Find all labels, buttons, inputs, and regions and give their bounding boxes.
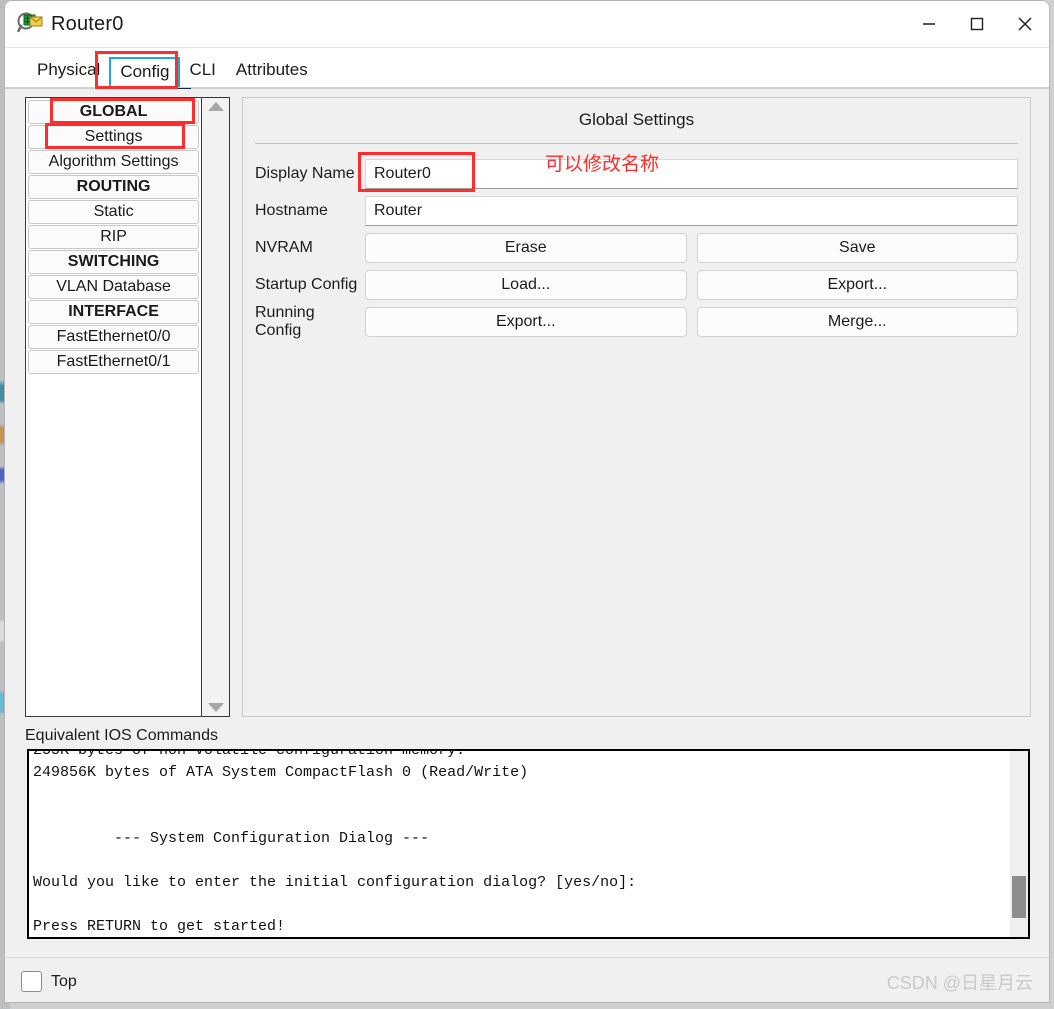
nvram-save-button[interactable]: Save — [696, 233, 1018, 263]
top-checkbox[interactable] — [21, 971, 42, 992]
panel-divider — [255, 143, 1018, 144]
top-checkbox-label: Top — [51, 972, 77, 990]
arrow-down-icon[interactable] — [207, 703, 224, 712]
tab-attributes[interactable]: Attributes — [226, 56, 318, 88]
window-controls — [905, 1, 1049, 47]
row-running-config: Running Config Export... Merge... — [255, 304, 1018, 339]
sidebar-item-settings[interactable]: Settings — [28, 125, 200, 149]
nvram-buttons: Erase Save — [365, 233, 1018, 263]
hostname-label: Hostname — [255, 202, 328, 219]
row-nvram: NVRAM Erase Save — [255, 232, 1018, 264]
hostname-input[interactable]: Router — [365, 196, 1018, 226]
tab-strip: Physical Config CLI Attributes — [5, 48, 1049, 92]
global-settings-panel: Global Settings Display Name Router0 Hos… — [242, 97, 1031, 717]
nvram-erase-button[interactable]: Erase — [365, 233, 687, 263]
row-startup-config: Startup Config Load... Export... — [255, 269, 1018, 301]
sidebar-item-algorithm-settings[interactable]: Algorithm Settings — [28, 150, 200, 174]
running-config-merge-button[interactable]: Merge... — [696, 307, 1018, 337]
sidebar-item-fastethernet-0-0[interactable]: FastEthernet0/0 — [28, 325, 200, 349]
tab-config[interactable]: Config — [106, 57, 192, 92]
sidebar-item-switching[interactable]: SWITCHING — [28, 250, 200, 274]
running-config-label: Running Config — [255, 304, 315, 339]
sidebar-item-interface[interactable]: INTERFACE — [28, 300, 200, 324]
startup-config-label: Startup Config — [255, 276, 358, 293]
sidebar-item-global[interactable]: GLOBAL — [28, 100, 200, 124]
title-bar: Router0 — [5, 1, 1049, 48]
row-display-name: Display Name Router0 — [255, 158, 1018, 190]
watermark: CSDN @日星月云 — [886, 972, 1033, 993]
terminal-scrollbar-thumb[interactable] — [1012, 876, 1026, 918]
tab-cli[interactable]: CLI — [179, 56, 225, 88]
equivalent-ios-commands-label: Equivalent IOS Commands — [25, 727, 218, 744]
terminal-scrollbar[interactable] — [1010, 751, 1028, 937]
config-sidebar-list: GLOBAL Settings Algorithm Settings ROUTI… — [26, 98, 201, 716]
minimize-button[interactable] — [905, 1, 953, 47]
startup-config-export-button[interactable]: Export... — [696, 270, 1018, 300]
row-hostname: Hostname Router — [255, 195, 1018, 227]
close-button[interactable] — [1001, 1, 1049, 47]
maximize-button[interactable] — [953, 1, 1001, 47]
startup-config-buttons: Load... Export... — [365, 270, 1018, 300]
tab-strip-baseline — [5, 87, 1049, 88]
running-config-buttons: Export... Merge... — [365, 307, 1018, 337]
packet-tracer-inspect-icon — [17, 11, 43, 37]
startup-config-load-button[interactable]: Load... — [365, 270, 687, 300]
sidebar-item-fastethernet-0-1[interactable]: FastEthernet0/1 — [28, 350, 200, 374]
arrow-up-icon[interactable] — [207, 102, 224, 111]
sidebar-item-routing[interactable]: ROUTING — [28, 175, 200, 199]
tab-physical[interactable]: Physical — [27, 56, 110, 88]
ios-commands-terminal[interactable]: 255K bytes of non-volatile configuration… — [27, 749, 1030, 939]
config-client-area: GLOBAL Settings Algorithm Settings ROUTI… — [5, 89, 1049, 1002]
sidebar-scrollbar[interactable] — [201, 98, 229, 716]
running-config-export-button[interactable]: Export... — [365, 307, 687, 337]
nvram-label: NVRAM — [255, 239, 313, 256]
panel-title: Global Settings — [578, 110, 695, 129]
sidebar-item-rip[interactable]: RIP — [28, 225, 200, 249]
sidebar-item-vlan-database[interactable]: VLAN Database — [28, 275, 200, 299]
display-name-input[interactable]: Router0 — [365, 159, 1018, 189]
ios-commands-text: 255K bytes of non-volatile configuration… — [33, 749, 637, 935]
sidebar-item-static[interactable]: Static — [28, 200, 200, 224]
router-config-window: Router0 Physical Config CLI Attributes G… — [4, 0, 1050, 1003]
display-name-label: Display Name — [255, 165, 355, 182]
window-footer: Top CSDN @日星月云 — [5, 957, 1049, 1002]
config-sidebar: GLOBAL Settings Algorithm Settings ROUTI… — [25, 97, 230, 717]
window-title: Router0 — [51, 12, 124, 35]
